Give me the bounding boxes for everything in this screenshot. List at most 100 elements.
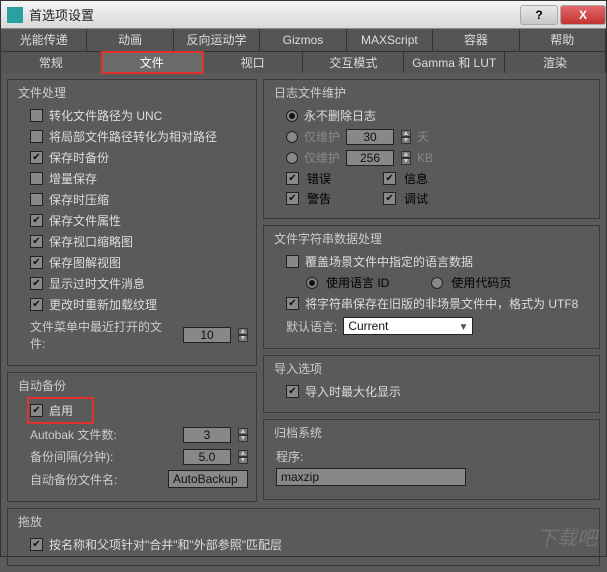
recent-files-spinner[interactable]: 10 — [183, 327, 231, 343]
log-kb-radio[interactable] — [286, 152, 298, 164]
archive-program-label: 程序: — [276, 448, 303, 465]
group-archive: 归档系统 程序: maxzip — [263, 419, 600, 500]
log-error-label: 错误 — [307, 170, 331, 187]
tab-row-1: 光能传递 动画 反向运动学 Gizmos MAXScript 容器 帮助 — [1, 29, 606, 51]
file-handling-label-6: 保存视口缩略图 — [49, 233, 133, 250]
spin-down-icon[interactable]: ▼ — [238, 435, 248, 442]
log-debug-label: 调试 — [404, 190, 428, 207]
spin-up-icon[interactable]: ▲ — [238, 428, 248, 435]
file-handling-checkbox-3[interactable] — [30, 172, 43, 185]
log-days-radio[interactable] — [286, 131, 298, 143]
log-days-unit: 天 — [417, 128, 429, 145]
group-file-handling: 文件处理 转化文件路径为 UNC将局部文件路径转化为相对路径保存时备份增量保存保… — [7, 79, 257, 366]
log-warn-checkbox[interactable] — [286, 192, 299, 205]
file-handling-label-8: 显示过时文件消息 — [49, 275, 145, 292]
close-button[interactable]: X — [560, 5, 606, 25]
file-handling-checkbox-5[interactable] — [30, 214, 43, 227]
save-utf8-checkbox[interactable] — [286, 297, 299, 310]
tab-animation[interactable]: 动画 — [87, 29, 173, 51]
override-lang-label: 覆盖场景文件中指定的语言数据 — [305, 253, 473, 270]
log-error-checkbox[interactable] — [286, 172, 299, 185]
use-langid-label: 使用语言 ID — [326, 274, 389, 291]
file-handling-label-4: 保存时压缩 — [49, 191, 109, 208]
tab-render[interactable]: 渲染 — [505, 52, 606, 73]
file-handling-checkbox-7[interactable] — [30, 256, 43, 269]
tab-gizmos[interactable]: Gizmos — [260, 29, 346, 51]
file-handling-label-2: 保存时备份 — [49, 149, 109, 166]
tab-maxscript[interactable]: MAXScript — [347, 29, 433, 51]
file-handling-label-1: 将局部文件路径转化为相对路径 — [49, 128, 217, 145]
file-handling-checkbox-6[interactable] — [30, 235, 43, 248]
log-days-spinner[interactable]: 30 — [346, 129, 394, 145]
group-autobackup: 自动备份 启用 Autobak 文件数: 3 ▲▼ 备份间隔(分钟): 5.0 … — [7, 372, 257, 502]
tab-row-2: 常规 文件 视口 交互模式 Gamma 和 LUT 渲染 — [1, 51, 606, 73]
autobak-interval-label: 备份间隔(分钟): — [30, 448, 177, 465]
group-log: 日志文件维护 永不删除日志 仅维护 30 ▲▼ 天 仅维护 256 ▲▼ — [263, 79, 600, 219]
spin-down-icon[interactable]: ▼ — [238, 457, 248, 464]
group-title: 自动备份 — [18, 377, 250, 394]
log-debug-checkbox[interactable] — [383, 192, 396, 205]
tab-gamma[interactable]: Gamma 和 LUT — [404, 52, 505, 73]
autobak-name-input[interactable]: AutoBackup — [168, 470, 248, 488]
log-days-label: 仅维护 — [304, 128, 340, 145]
window-title: 首选项设置 — [29, 5, 518, 24]
recent-files-label: 文件菜单中最近打开的文件: — [30, 318, 177, 352]
file-handling-label-7: 保存图解视图 — [49, 254, 121, 271]
log-kb-label: 仅维护 — [304, 149, 340, 166]
spin-up-icon[interactable]: ▲ — [238, 450, 248, 457]
tab-files[interactable]: 文件 — [102, 52, 203, 73]
autobak-interval-spinner[interactable]: 5.0 — [183, 449, 231, 465]
log-never-radio[interactable] — [286, 110, 298, 122]
spin-down-icon[interactable]: ▼ — [401, 137, 411, 144]
enable-highlight: 启用 — [30, 400, 91, 421]
autobak-count-spinner[interactable]: 3 — [183, 427, 231, 443]
autobackup-enable-label: 启用 — [49, 402, 73, 419]
log-info-checkbox[interactable] — [383, 172, 396, 185]
group-title: 日志文件维护 — [274, 84, 593, 101]
spin-up-icon[interactable]: ▲ — [401, 151, 411, 158]
help-button[interactable]: ? — [520, 5, 558, 25]
spin-down-icon[interactable]: ▼ — [238, 335, 248, 342]
file-handling-label-9: 更改时重新加载纹理 — [49, 296, 157, 313]
log-kb-unit: KB — [417, 151, 433, 165]
tab-container[interactable]: 容器 — [433, 29, 519, 51]
tab-interaction[interactable]: 交互模式 — [303, 52, 404, 73]
drag-match-checkbox[interactable] — [30, 538, 43, 551]
spin-up-icon[interactable]: ▲ — [401, 130, 411, 137]
group-title: 导入选项 — [274, 360, 593, 377]
tab-ik[interactable]: 反向运动学 — [174, 29, 260, 51]
file-handling-label-3: 增量保存 — [49, 170, 97, 187]
titlebar: 首选项设置 ? X — [1, 1, 606, 29]
use-codepage-radio[interactable] — [431, 277, 443, 289]
use-langid-radio[interactable] — [306, 277, 318, 289]
override-lang-checkbox[interactable] — [286, 255, 299, 268]
spin-down-icon[interactable]: ▼ — [401, 158, 411, 165]
log-never-label: 永不删除日志 — [304, 107, 376, 124]
import-max-checkbox[interactable] — [286, 385, 299, 398]
spin-up-icon[interactable]: ▲ — [238, 328, 248, 335]
file-handling-checkbox-1[interactable] — [30, 130, 43, 143]
group-title: 归档系统 — [274, 424, 593, 441]
archive-program-input[interactable]: maxzip — [276, 468, 466, 486]
group-drag: 拖放 按名称和父项针对"合并"和"外部参照"匹配层 — [7, 508, 600, 566]
default-lang-label: 默认语言: — [286, 318, 337, 335]
default-lang-select[interactable]: Current — [343, 317, 473, 335]
file-handling-checkbox-2[interactable] — [30, 151, 43, 164]
file-handling-checkbox-0[interactable] — [30, 109, 43, 122]
tab-radiosity[interactable]: 光能传递 — [1, 29, 87, 51]
file-handling-checkbox-9[interactable] — [30, 298, 43, 311]
file-handling-checkbox-8[interactable] — [30, 277, 43, 290]
group-title: 拖放 — [18, 513, 593, 530]
tab-general[interactable]: 常规 — [1, 52, 102, 73]
use-codepage-label: 使用代码页 — [451, 274, 511, 291]
group-title: 文件处理 — [18, 84, 250, 101]
file-handling-checkbox-4[interactable] — [30, 193, 43, 206]
drag-match-label: 按名称和父项针对"合并"和"外部参照"匹配层 — [49, 536, 282, 553]
autobackup-enable-checkbox[interactable] — [30, 404, 43, 417]
group-title: 文件字符串数据处理 — [274, 230, 593, 247]
tab-help[interactable]: 帮助 — [520, 29, 606, 51]
log-kb-spinner[interactable]: 256 — [346, 150, 394, 166]
tab-viewport[interactable]: 视口 — [203, 52, 304, 73]
autobak-name-label: 自动备份文件名: — [30, 471, 162, 488]
group-charset: 文件字符串数据处理 覆盖场景文件中指定的语言数据 使用语言 ID 使用代码页 将… — [263, 225, 600, 349]
